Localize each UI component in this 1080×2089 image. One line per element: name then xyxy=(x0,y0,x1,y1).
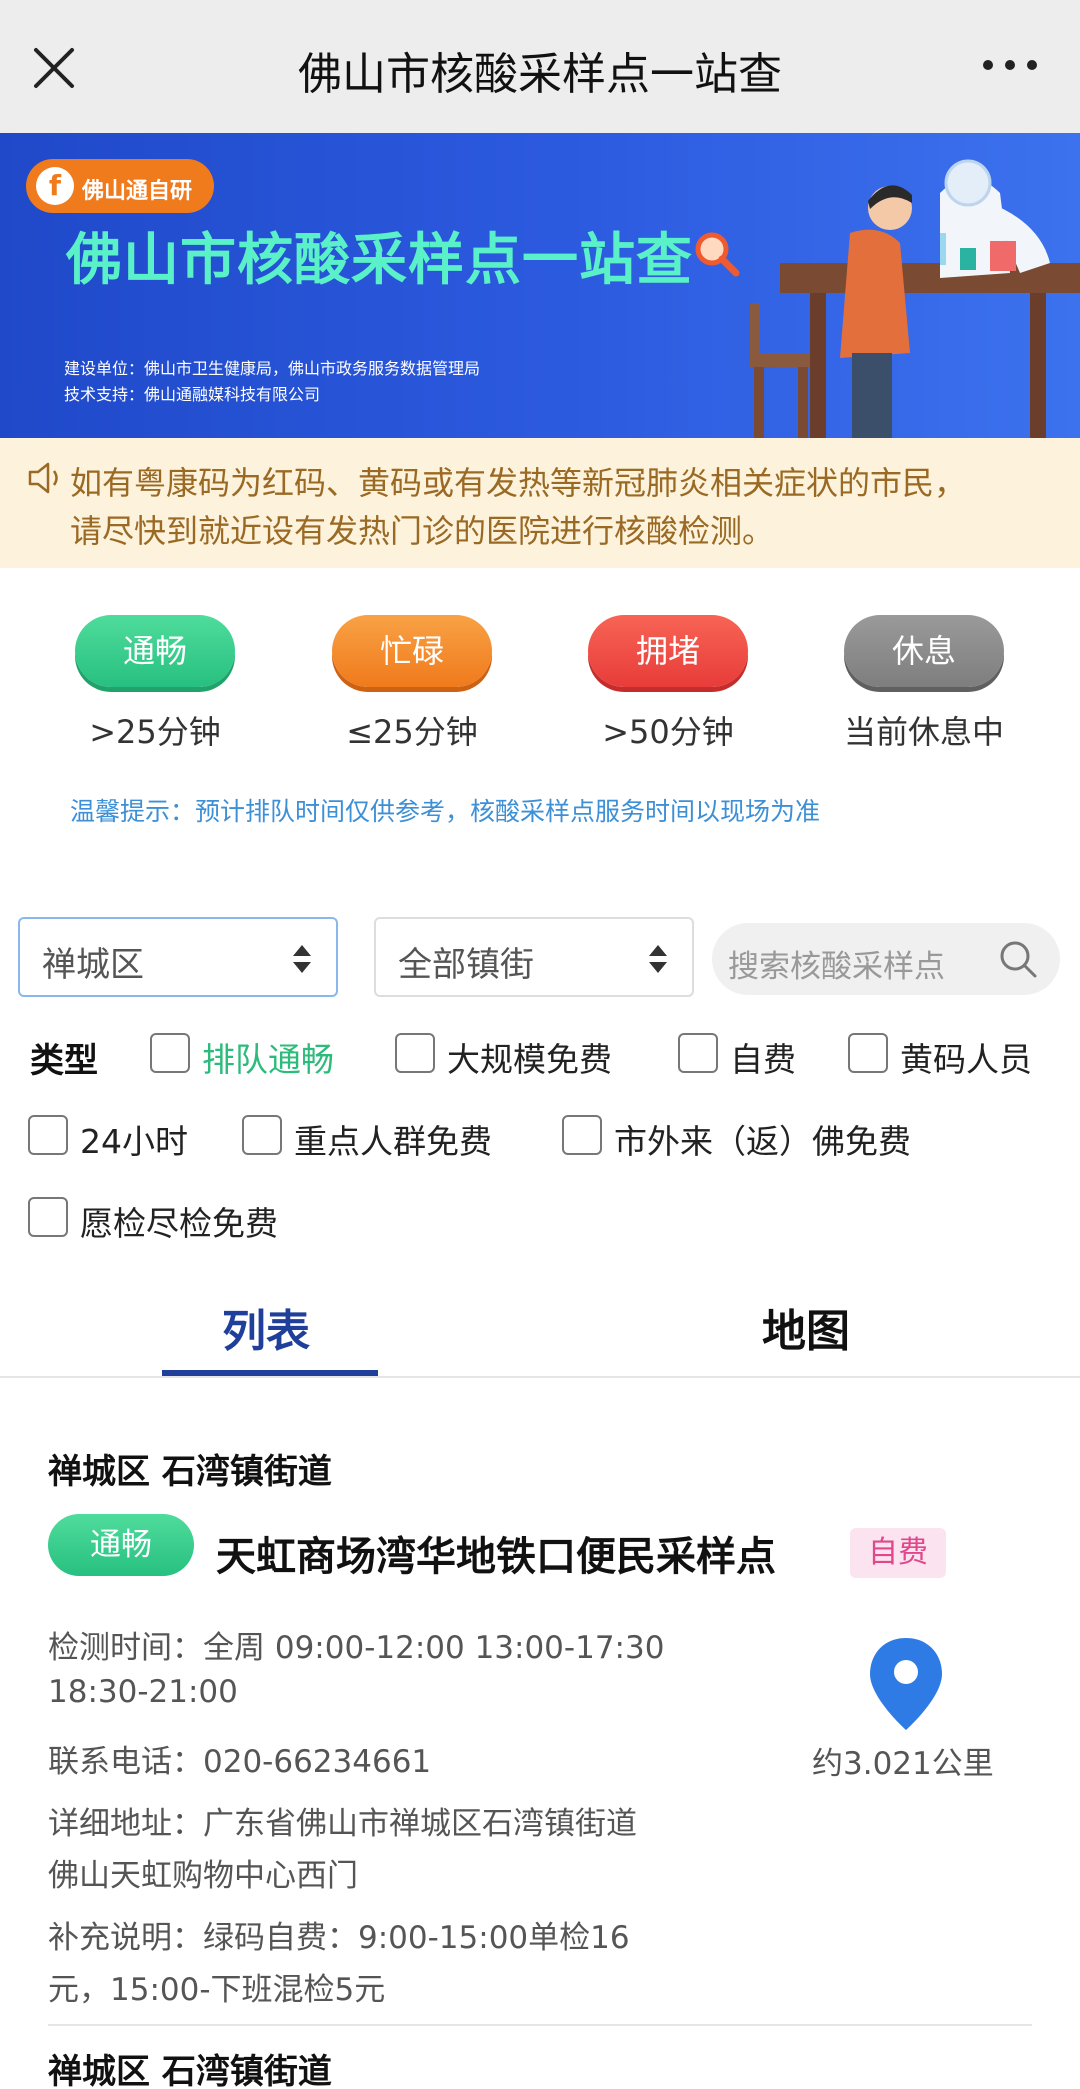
search-input[interactable]: 搜索核酸采样点 xyxy=(712,923,1060,995)
checkbox[interactable] xyxy=(678,1033,718,1073)
district-select[interactable]: 禅城区 xyxy=(18,917,338,997)
site-distance: 约3.021公里 xyxy=(812,1746,994,1782)
magnifier-icon xyxy=(695,232,740,277)
legend-desc-crowded: >50分钟 xyxy=(602,713,734,751)
checkbox[interactable] xyxy=(28,1197,68,1237)
legend-rest: 休息 当前休息中 xyxy=(844,615,1004,751)
more-dots-icon[interactable] xyxy=(980,50,1040,80)
filter-label: 黄码人员 xyxy=(900,1040,1032,1079)
page-title: 佛山市核酸采样点一站查 xyxy=(298,49,782,100)
legend-desc-smooth: >25分钟 xyxy=(89,713,221,751)
banner-builder-text: 建设单位：佛山市卫生健康局，佛山市政务服务数据管理局 xyxy=(64,359,481,378)
legend-desc-busy: ≤25分钟 xyxy=(346,713,478,751)
filter-label: 24小时 xyxy=(80,1122,188,1161)
search-icon[interactable] xyxy=(998,939,1038,979)
filter-label: 排队通畅 xyxy=(202,1040,334,1079)
brand-badge-label: 佛山通自研 xyxy=(82,179,193,204)
fee-badge: 自费 xyxy=(850,1528,946,1578)
legend-smooth: 通畅 >25分钟 xyxy=(75,615,235,751)
checkbox[interactable] xyxy=(242,1115,282,1155)
site-address: 详细地址：广东省佛山市禅城区石湾镇街道 xyxy=(48,1806,637,1842)
site-time: 检测时间：全周 09:00-12:00 13:00-17:30 xyxy=(48,1630,665,1666)
banner-title: 佛山市核酸采样点一站查 xyxy=(66,228,693,293)
search-placeholder: 搜索核酸采样点 xyxy=(728,949,945,985)
card-divider xyxy=(48,2024,1032,2026)
legend-busy: 忙碌 ≤25分钟 xyxy=(332,615,492,751)
site-phone[interactable]: 联系电话：020-66234661 xyxy=(48,1736,431,1781)
speaker-icon xyxy=(28,462,58,494)
filter-label: 大规模免费 xyxy=(447,1040,612,1079)
top-bar: 佛山市核酸采样点一站查 xyxy=(0,0,1080,133)
checkbox[interactable] xyxy=(395,1033,435,1073)
status-pill-crowded: 拥堵 xyxy=(588,615,748,687)
site-area: 禅城区 石湾镇街道 xyxy=(48,1452,332,1492)
sort-arrows-icon xyxy=(649,945,667,973)
tab-list[interactable]: 列表 xyxy=(222,1295,310,1359)
notice-bar: 如有粤康码为红码、黄码或有发热等新冠肺炎相关症状的市民， 请尽快到就近设有发热门… xyxy=(0,438,1080,568)
checkbox[interactable] xyxy=(562,1115,602,1155)
warm-tip: 温馨提示：预计排队时间仅供参考，核酸采样点服务时间以现场为准 xyxy=(70,797,821,826)
legend-crowded: 拥堵 >50分钟 xyxy=(588,615,748,751)
sort-arrows-icon xyxy=(293,945,311,973)
site-name[interactable]: 天虹商场湾华地铁口便民采样点 xyxy=(216,1524,776,1582)
brand-badge: f 佛山通自研 xyxy=(26,159,214,213)
site-area: 禅城区 石湾镇街道 xyxy=(48,2052,332,2089)
street-value: 全部镇街 xyxy=(398,945,534,985)
type-label: 类型 xyxy=(30,1041,98,1081)
filter-label: 市外来（返）佛免费 xyxy=(614,1122,911,1161)
notice-line-2: 请尽快到就近设有发热门诊的医院进行核酸检测。 xyxy=(70,512,775,550)
location-pin-icon[interactable] xyxy=(866,1636,946,1732)
district-value: 禅城区 xyxy=(42,945,144,985)
checkbox[interactable] xyxy=(848,1033,888,1073)
site-note: 补充说明：绿码自费：9:00-15:00单检16 xyxy=(48,1920,630,1956)
site-time-cont: 18:30-21:00 xyxy=(48,1674,238,1710)
site-address-cont: 佛山天虹购物中心西门 xyxy=(48,1858,358,1894)
checkbox[interactable] xyxy=(28,1115,68,1155)
filter-label: 自费 xyxy=(730,1040,796,1079)
status-pill-rest: 休息 xyxy=(844,615,1004,687)
tab-divider xyxy=(0,1376,1080,1378)
banner-support-text: 技术支持：佛山通融媒科技有限公司 xyxy=(64,385,321,404)
testing-illustration xyxy=(750,159,1080,438)
site-status-badge: 通畅 xyxy=(48,1514,194,1576)
site-note-cont: 元，15:00-下班混检5元 xyxy=(48,1972,386,2008)
tab-map[interactable]: 地图 xyxy=(762,1295,850,1359)
notice-line-1: 如有粤康码为红码、黄码或有发热等新冠肺炎相关症状的市民， xyxy=(70,464,967,502)
status-pill-smooth: 通畅 xyxy=(75,615,235,687)
status-pill-busy: 忙碌 xyxy=(332,615,492,687)
filter-label: 重点人群免费 xyxy=(294,1122,492,1161)
checkbox[interactable] xyxy=(150,1033,190,1073)
legend-desc-rest: 当前休息中 xyxy=(843,713,1004,751)
street-select[interactable]: 全部镇街 xyxy=(374,917,694,997)
header-banner: f 佛山通自研 佛山市核酸采样点一站查 建设单位：佛山市卫生健康局，佛山市政务服… xyxy=(0,133,1080,438)
brand-logo-icon: f xyxy=(36,167,74,205)
filter-label: 愿检尽检免费 xyxy=(80,1204,278,1243)
